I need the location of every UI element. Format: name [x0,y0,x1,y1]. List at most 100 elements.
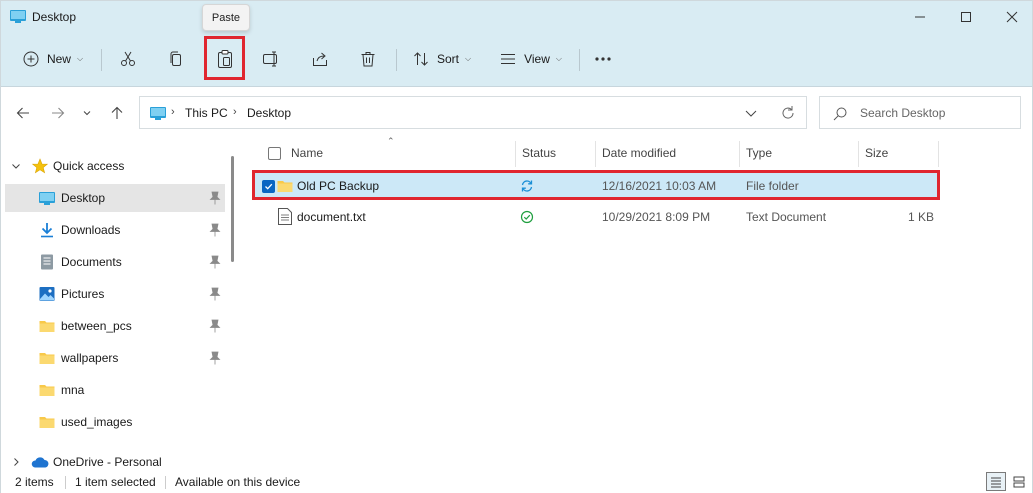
selection-count: 1 item selected [75,475,156,489]
file-row-document-txt[interactable]: document.txt 10/29/2021 8:09 PM Text Doc… [252,203,938,231]
minimize-button[interactable] [897,1,943,33]
cut-icon [121,51,135,66]
pin-icon[interactable] [209,191,221,205]
select-all-checkbox[interactable] [268,147,281,160]
navigation-scrollbar[interactable] [231,156,234,262]
nav-item-used-images[interactable]: used_images [5,408,225,436]
pictures-icon [39,287,55,301]
chevron-down-icon [12,164,20,169]
nav-item-label: between_pcs [61,319,132,333]
nav-item-downloads[interactable]: Downloads [5,216,225,244]
nav-item-desktop[interactable]: Desktop [5,184,225,212]
refresh-icon[interactable] [779,104,797,122]
pin-icon[interactable] [209,319,221,333]
nav-item-mna[interactable]: mna [5,376,225,404]
file-explorer-window: Desktop New ⌵ Sort ⌵ View ⌵ Paste › This… [0,0,1033,493]
chevron-right-icon [14,458,19,466]
nav-item-label: Desktop [61,191,106,205]
column-divider[interactable] [739,141,740,167]
details-view-button[interactable] [986,472,1006,491]
star-icon [32,158,48,174]
column-header-name[interactable]: Name [291,146,323,160]
sort-icon [414,52,428,66]
toolbar-divider [396,49,397,71]
column-header-size[interactable]: Size [865,146,888,160]
available-icon [520,210,534,224]
folder-icon [39,417,55,428]
documents-icon [41,254,53,270]
pin-icon[interactable] [209,351,221,365]
paste-highlight-box [204,36,245,80]
downloads-icon [41,223,53,238]
share-button[interactable] [305,43,335,75]
maximize-icon [961,12,971,22]
new-button[interactable]: New ⌵ [15,43,91,75]
pin-icon[interactable] [209,223,221,237]
close-icon [1006,11,1018,23]
column-header-type[interactable]: Type [746,146,772,160]
tiles-view-icon [1013,476,1025,487]
nav-item-between-pcs[interactable]: between_pcs [5,312,225,340]
details-view-icon [991,477,1001,487]
back-button[interactable] [11,101,35,125]
tiles-view-button[interactable] [1009,472,1029,491]
column-divider[interactable] [595,141,596,167]
more-icon [595,57,611,61]
column-divider[interactable] [938,141,939,167]
column-divider[interactable] [858,141,859,167]
nav-quick-access[interactable]: Quick access [5,152,225,180]
chevron-down-icon: ⌵ [464,54,472,63]
pin-icon[interactable] [209,287,221,301]
chevron-down-icon[interactable] [743,105,759,121]
quick-access-label: Quick access [53,159,125,173]
sort-ascending-icon: ⌃ [387,136,395,146]
nav-item-label: wallpapers [61,351,119,365]
sort-button[interactable]: Sort ⌵ [407,43,477,75]
nav-item-wallpapers[interactable]: wallpapers [5,344,225,372]
delete-button[interactable] [353,43,383,75]
address-bar[interactable]: › This PC › Desktop [139,96,807,129]
column-divider[interactable] [515,141,516,167]
view-button[interactable]: View ⌵ [495,43,567,75]
forward-button[interactable] [46,101,70,125]
cut-button[interactable] [113,43,143,75]
status-divider [65,476,66,489]
nav-item-documents[interactable]: Documents [5,248,225,276]
recent-locations-button[interactable] [77,101,97,125]
search-input[interactable] [860,105,1010,121]
onedrive-label: OneDrive - Personal [53,455,162,469]
nav-item-label: mna [61,383,85,397]
this-pc-icon [150,107,166,120]
arrow-up-icon [111,106,123,119]
chevron-right-icon: › [171,106,175,118]
nav-item-pictures[interactable]: Pictures [5,280,225,308]
rename-button[interactable] [257,43,287,75]
maximize-button[interactable] [943,1,989,33]
column-header-status[interactable]: Status [522,146,556,160]
toolbar-divider [579,49,580,71]
pin-icon[interactable] [209,255,221,269]
item-count: 2 items [15,475,54,489]
rename-icon [263,51,277,67]
folder-icon [39,321,55,332]
view-label: View [524,52,550,66]
chevron-down-icon [83,111,91,116]
column-header-date-modified[interactable]: Date modified [602,146,676,160]
more-options-button[interactable] [589,43,617,75]
toolbar-divider [101,49,102,71]
copy-button[interactable] [161,43,191,75]
row-highlight-box [252,170,940,200]
close-button[interactable] [989,1,1033,33]
share-icon [313,52,327,66]
status-bar: 2 items 1 item selected Available on thi… [1,471,1032,493]
new-label: New [46,52,71,66]
breadcrumb-this-pc[interactable]: This PC [185,106,228,120]
search-icon [833,107,847,121]
search-box[interactable] [819,96,1021,129]
breadcrumb-desktop[interactable]: Desktop [247,106,291,120]
paste-tooltip: Paste [202,4,250,31]
arrow-left-icon [16,107,29,119]
up-button[interactable] [105,101,129,125]
view-list-icon [501,54,516,64]
status-divider [165,476,166,489]
